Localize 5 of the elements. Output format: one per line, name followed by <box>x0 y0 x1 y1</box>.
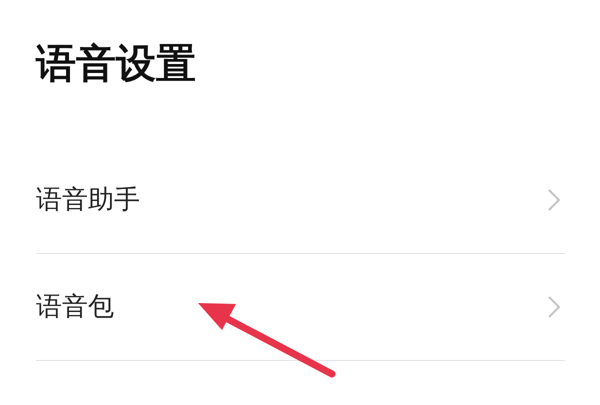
chevron-right-icon <box>548 189 560 211</box>
menu-item[interactable]: 语音包 <box>36 288 114 326</box>
chevron-right-icon <box>548 296 560 318</box>
page-title: 语音设置 <box>36 40 196 89</box>
menu-item[interactable]: 语音助手 <box>36 180 140 220</box>
